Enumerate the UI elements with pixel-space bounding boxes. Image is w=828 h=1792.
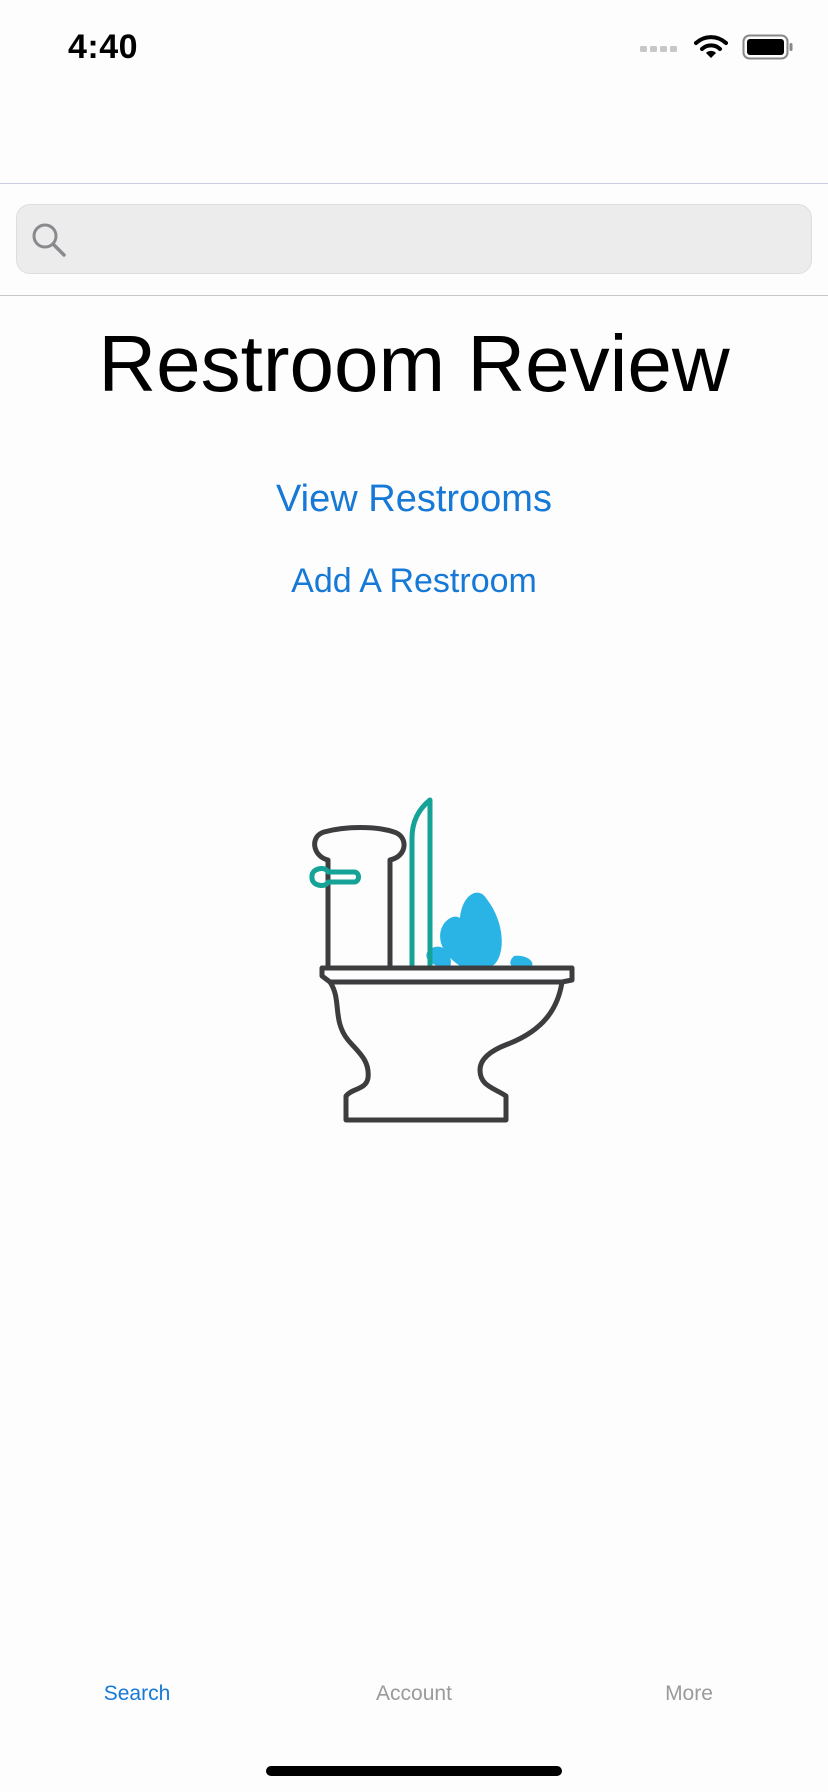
status-time: 4:40 <box>68 28 139 66</box>
tab-bar: Search Account More <box>0 1682 828 1732</box>
search-input[interactable] <box>81 205 805 275</box>
toilet-illustration <box>282 790 578 1136</box>
search-bar[interactable] <box>16 204 812 275</box>
signal-icon <box>640 41 680 59</box>
tab-search[interactable]: Search <box>37 1682 237 1706</box>
search-divider <box>0 295 828 296</box>
search-icon <box>31 222 67 258</box>
add-restroom-button[interactable]: Add A Restroom <box>0 562 828 601</box>
home-indicator <box>266 1766 562 1776</box>
view-restrooms-button[interactable]: View Restrooms <box>0 478 828 521</box>
battery-icon <box>742 34 794 65</box>
wifi-icon <box>694 34 728 65</box>
tab-account[interactable]: Account <box>314 1682 514 1706</box>
page-title: Restroom Review <box>98 319 730 408</box>
tab-more[interactable]: More <box>589 1682 789 1706</box>
nav-bar-divider <box>0 183 828 184</box>
status-icons <box>640 34 794 65</box>
status-bar: 4:40 <box>0 0 828 100</box>
